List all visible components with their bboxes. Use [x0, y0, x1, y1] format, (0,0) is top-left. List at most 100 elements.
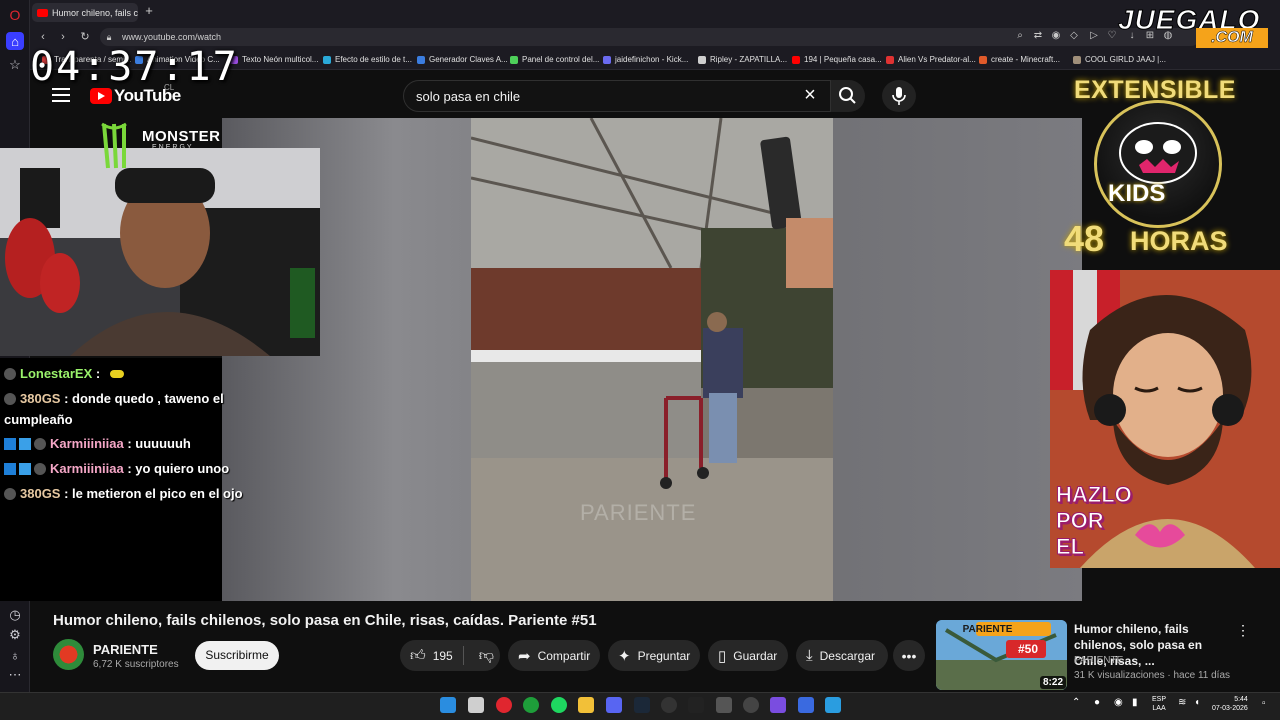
file-explorer-icon[interactable]	[578, 697, 594, 713]
discord-icon[interactable]	[606, 697, 622, 713]
emote-icon	[109, 370, 124, 378]
recommendation-channel[interactable]: PARIENTE	[1074, 655, 1123, 666]
save-button[interactable]: ▯ Guardar	[708, 640, 788, 671]
camera-icon[interactable]: ◉	[1050, 30, 1062, 42]
voice-search-button[interactable]	[882, 80, 916, 112]
tray-chevron-icon[interactable]: ⌃	[1072, 697, 1080, 708]
history-icon[interactable]: ◷	[6, 606, 24, 624]
user-avatar-icon	[4, 393, 16, 405]
forward-arrow-icon[interactable]: ›	[56, 30, 70, 44]
new-tab-button[interactable]: +	[143, 4, 155, 17]
share-button[interactable]: ➦ Compartir	[508, 640, 600, 671]
thumbs-down-icon[interactable]: 👎︎	[479, 647, 494, 665]
monster-brand-text: MONSTER	[142, 128, 221, 145]
settings-gear-icon[interactable]: ⚙	[6, 626, 24, 644]
bookmark-item[interactable]: Texto Neón multicol...	[230, 55, 318, 64]
menu-hamburger-icon[interactable]	[52, 88, 70, 102]
app-icon[interactable]	[770, 697, 786, 713]
minecraft-icon[interactable]	[716, 697, 732, 713]
search-icon	[839, 87, 856, 104]
xbox-icon[interactable]	[523, 697, 539, 713]
reload-icon[interactable]: ↻	[78, 30, 92, 44]
like-dislike-group: 👍︎ 195 👎︎	[400, 640, 500, 671]
search-query-text[interactable]: solo pasa en chile	[416, 89, 520, 104]
user-avatar-icon	[4, 488, 16, 500]
subscribe-button[interactable]: Suscribirme	[195, 641, 279, 670]
ask-button[interactable]: ✦ Preguntar	[608, 640, 700, 671]
obs-icon[interactable]	[661, 697, 677, 713]
shield-icon[interactable]: ◇	[1068, 30, 1080, 42]
channel-name[interactable]: PARIENTE	[93, 642, 158, 657]
clear-search-icon[interactable]: ×	[800, 85, 820, 105]
chat-message: Karmiiiniiaa : yo quiero unoo	[4, 461, 229, 476]
tab-title: Humor chileno, fails ch	[52, 7, 138, 18]
photos-icon[interactable]	[825, 697, 841, 713]
search-button[interactable]	[831, 80, 865, 112]
more-dots-icon[interactable]: ⋯	[6, 666, 24, 684]
heart-outline-icon[interactable]: ♡	[1106, 30, 1118, 42]
notifications-icon[interactable]: ▫	[1262, 698, 1266, 709]
tray-app-icon[interactable]: ●	[1094, 697, 1100, 708]
steam-icon[interactable]	[634, 697, 650, 713]
spotify-icon[interactable]	[551, 697, 567, 713]
notepad-icon[interactable]	[798, 697, 814, 713]
video-frame[interactable]	[471, 118, 833, 601]
bookmark-item[interactable]: Panel de control del...	[510, 55, 599, 64]
tray-mic-icon[interactable]: ▮	[1132, 697, 1138, 708]
user-avatar-icon	[34, 463, 46, 475]
browser-tab-active[interactable]: Humor chileno, fails ch	[32, 3, 138, 22]
chat-message: 380GS : le metieron el pico en el ojo	[4, 486, 243, 501]
translate-icon[interactable]: ⇄	[1032, 30, 1044, 42]
bookmark-item[interactable]: Ripley - ZAPATILLA...	[698, 55, 787, 64]
download-button[interactable]: ⤓ Descargar	[796, 640, 888, 671]
search-page-icon[interactable]: ⌕	[1014, 30, 1026, 42]
like-count[interactable]: 195	[433, 649, 453, 663]
back-arrow-icon[interactable]: ‹	[36, 30, 50, 44]
task-view-icon[interactable]	[468, 697, 484, 713]
hours-number: 48	[1064, 218, 1105, 259]
user-avatar-icon	[4, 368, 16, 380]
like-divider	[463, 646, 464, 665]
hours-label: HORAS	[1130, 226, 1228, 256]
opera-logo-icon[interactable]: O	[6, 6, 24, 24]
share-arrow-icon: ➦	[518, 647, 531, 665]
bookmark-item[interactable]: Efecto de estilo de t...	[323, 55, 412, 64]
chat-message: LonestarEX :	[4, 366, 124, 381]
home-icon[interactable]: ⌂	[6, 32, 24, 50]
system-clock[interactable]: 5:44 07-03-2026	[1212, 695, 1248, 713]
bookmark-item[interactable]: Alien Vs Predator-al...	[886, 55, 976, 64]
volume-icon[interactable]: ◖	[1194, 697, 1200, 708]
download-arrow-icon: ⤓	[806, 647, 813, 664]
subscriber-count: 6,72 K suscriptores	[93, 659, 179, 670]
language-indicator[interactable]: ESP LAA	[1152, 695, 1166, 713]
star-icon[interactable]: ☆	[6, 56, 24, 74]
channel-avatar[interactable]	[53, 639, 84, 670]
bookmark-item[interactable]: 194 | Pequeña casa...	[792, 55, 882, 64]
bookmark-item[interactable]: create - Minecraft...	[979, 55, 1060, 64]
opera-icon[interactable]	[496, 697, 512, 713]
hazlo-por-el-text: HAZLO POR EL	[1056, 482, 1133, 560]
sparkle-icon: ✦	[618, 647, 631, 665]
capcut-icon[interactable]	[688, 697, 704, 713]
thumbs-up-icon[interactable]: 👍︎	[410, 647, 426, 665]
play-icon[interactable]: ▷	[1088, 30, 1100, 42]
more-actions-button[interactable]: •••	[893, 640, 925, 671]
badge-icon	[19, 463, 31, 475]
windows-start-icon[interactable]	[440, 697, 456, 713]
video-scene-image	[471, 118, 833, 601]
tray-steam-icon[interactable]: ◉	[1114, 697, 1123, 708]
juegalo-com-badge: .COM	[1196, 28, 1268, 48]
bookmark-item[interactable]: jaidefinichon - Kick...	[603, 55, 688, 64]
video-title: Humor chileno, fails chilenos, solo pasa…	[53, 612, 597, 629]
chatgpt-icon[interactable]	[743, 697, 759, 713]
bookmark-item[interactable]: Generador Claves A...	[417, 55, 508, 64]
browser-tab-bar	[0, 0, 1280, 24]
wifi-icon[interactable]: ≋	[1178, 697, 1186, 708]
streamer-webcam-image	[0, 148, 320, 356]
kebab-menu-icon[interactable]: ⋮	[1236, 622, 1250, 638]
bookmark-item[interactable]: COOL GIRLD JAAJ |...	[1073, 55, 1166, 64]
bulb-icon[interactable]: ♁	[6, 646, 24, 664]
user-avatar-icon	[34, 438, 46, 450]
youtube-logo-icon[interactable]	[90, 88, 112, 104]
share-label: Compartir	[537, 648, 591, 663]
